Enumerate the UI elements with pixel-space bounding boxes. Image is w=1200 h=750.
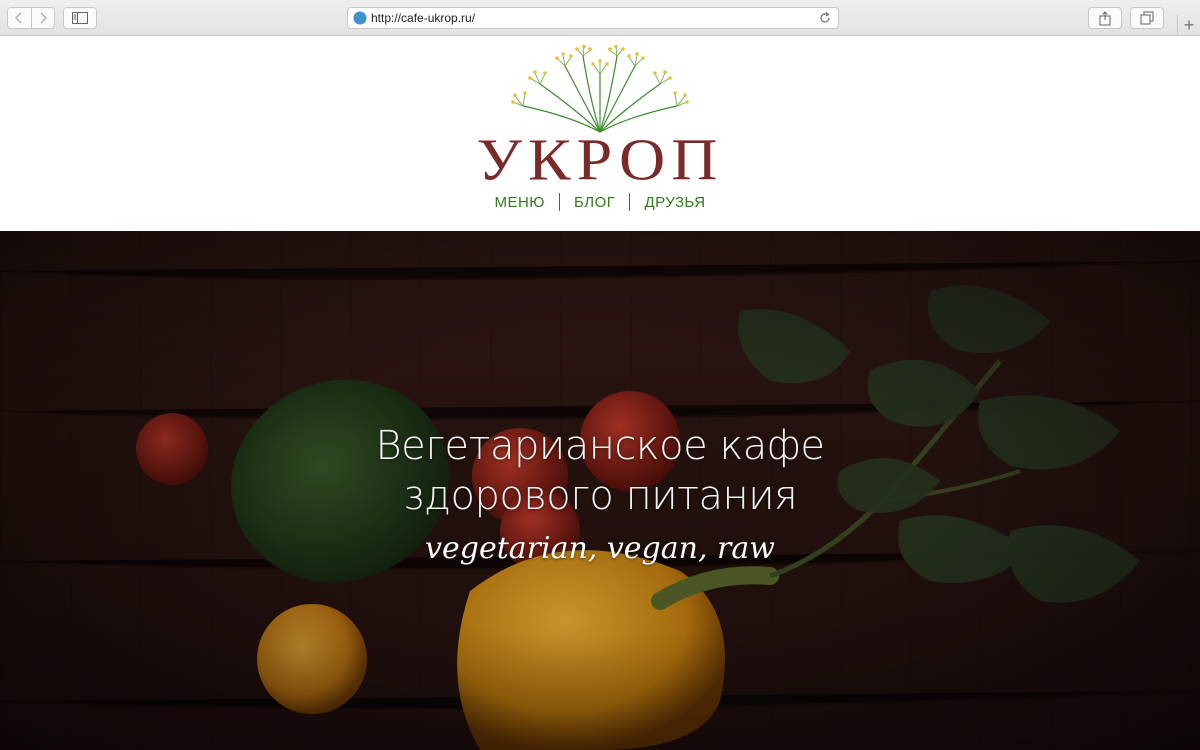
new-tab-icon: + bbox=[1183, 15, 1195, 35]
nav-menu[interactable]: МЕНЮ bbox=[494, 194, 545, 211]
hero-banner: Вегетарианское кафе здорового питания ve… bbox=[0, 231, 1200, 750]
reload-icon[interactable] bbox=[818, 11, 832, 25]
main-nav: МЕНЮ БЛОГ ДРУЗЬЯ bbox=[0, 193, 1200, 211]
address-bar[interactable]: http://cafe-ukrop.ru/ bbox=[347, 7, 839, 29]
history-nav bbox=[7, 7, 55, 29]
sidebar-button[interactable] bbox=[63, 7, 97, 29]
browser-toolbar: http://cafe-ukrop.ru/ + bbox=[0, 0, 1200, 36]
dill-logo-icon[interactable] bbox=[505, 44, 695, 136]
back-button[interactable] bbox=[8, 8, 31, 28]
back-icon bbox=[15, 12, 22, 24]
hero-title-line2: здорового питания bbox=[402, 473, 798, 519]
sidebar-icon bbox=[72, 12, 88, 24]
url-text: http://cafe-ukrop.ru/ bbox=[371, 11, 476, 25]
hero-title-line1: Вегетарианское кафе bbox=[375, 423, 825, 469]
forward-icon bbox=[40, 12, 47, 24]
forward-button[interactable] bbox=[30, 8, 55, 28]
nav-friends[interactable]: ДРУЗЬЯ bbox=[644, 194, 705, 211]
site-header: УКРОП МЕНЮ БЛОГ ДРУЗЬЯ bbox=[0, 36, 1200, 231]
new-tab-button[interactable]: + bbox=[1177, 15, 1200, 36]
hero-tagline: vegetarian, vegan, raw bbox=[425, 531, 775, 566]
share-button[interactable] bbox=[1088, 7, 1122, 29]
nav-divider bbox=[629, 193, 631, 211]
share-icon bbox=[1099, 10, 1111, 25]
globe-icon bbox=[353, 11, 367, 25]
tabs-icon bbox=[1140, 11, 1154, 25]
nav-divider bbox=[558, 193, 560, 211]
hero-title: Вегетарианское кафе здорового питания bbox=[0, 421, 1200, 521]
nav-blog[interactable]: БЛОГ bbox=[574, 194, 615, 211]
logo-text[interactable]: УКРОП bbox=[0, 130, 1200, 190]
tabs-button[interactable] bbox=[1130, 7, 1164, 29]
